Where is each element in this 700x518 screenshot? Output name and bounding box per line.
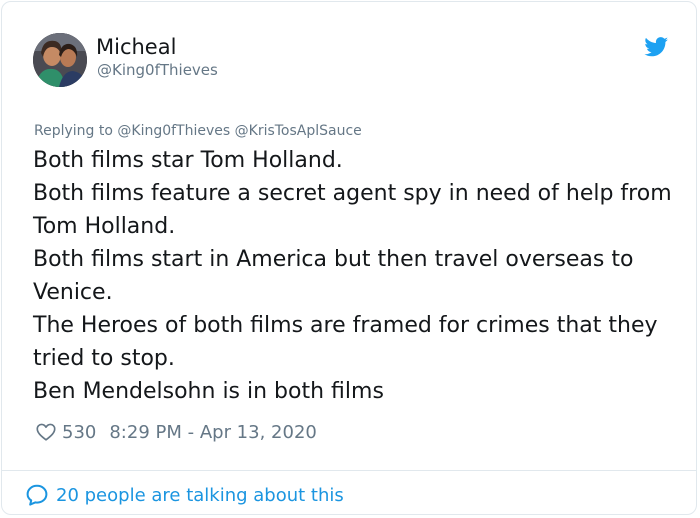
replying-prefix: Replying to: [34, 123, 113, 139]
conversation-link[interactable]: 20 people are talking about this: [25, 481, 344, 509]
avatar[interactable]: [33, 33, 87, 87]
tweet-line: Both films feature a secret agent spy in…: [33, 181, 672, 239]
user-handle[interactable]: @King0fThieves: [97, 60, 218, 80]
tweet-line: Both films start in America but then tra…: [33, 247, 634, 305]
conversation-text[interactable]: 20 people are talking about this: [56, 485, 344, 506]
tweet-line: Ben Mendelsohn is in both films: [33, 379, 384, 404]
replying-to: Replying to @King0fThieves @KrisTosAplSa…: [34, 121, 362, 141]
speech-bubble-icon: [26, 484, 48, 506]
divider: [2, 470, 696, 471]
twitter-bird-icon[interactable]: [644, 37, 669, 57]
timestamp[interactable]: 8:29 PM - Apr 13, 2020: [109, 422, 316, 443]
mention-link[interactable]: @KrisTosAplSauce: [235, 123, 362, 139]
tweet-text: Both films star Tom Holland. Both films …: [33, 144, 683, 408]
display-name[interactable]: Micheal: [96, 34, 176, 60]
tweet-line: Both films star Tom Holland.: [33, 148, 343, 173]
tweet-line: The Heroes of both films are framed for …: [33, 313, 658, 371]
like-count[interactable]: 530: [62, 422, 96, 443]
mention-link[interactable]: @King0fThieves: [117, 123, 230, 139]
heart-icon[interactable]: [35, 421, 57, 443]
tweet-meta: 530 8:29 PM - Apr 13, 2020: [35, 418, 317, 446]
tweet-card: Micheal @King0fThieves Replying to @King…: [1, 1, 697, 515]
